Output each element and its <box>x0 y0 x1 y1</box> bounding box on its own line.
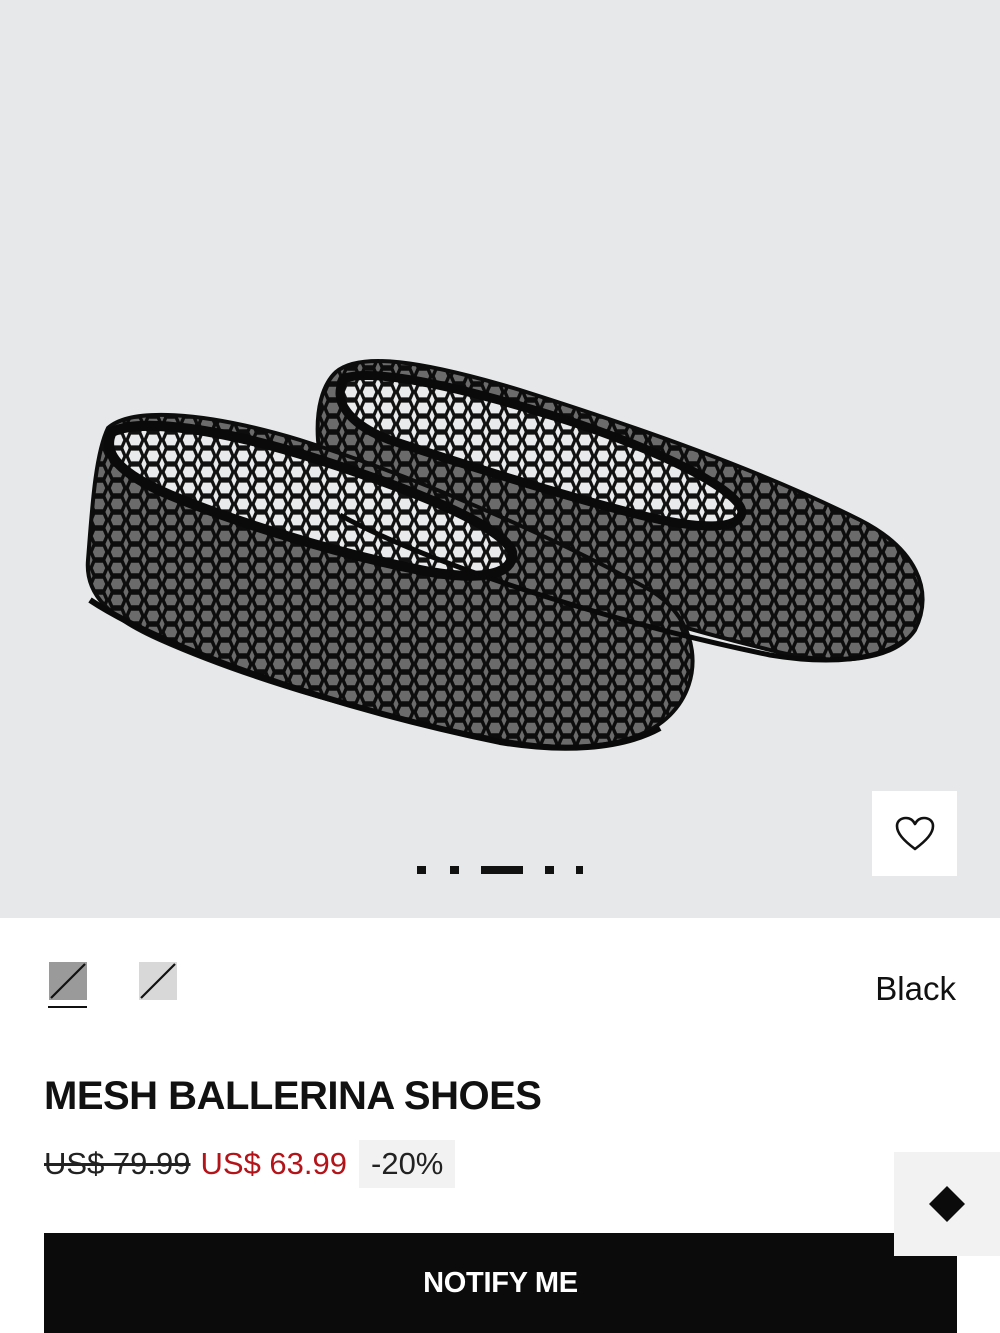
floating-action-button[interactable] <box>894 1152 1000 1256</box>
swatch-light-icon <box>139 962 177 1000</box>
add-to-wishlist-button[interactable] <box>872 791 957 876</box>
price-row: US$ 79.99 US$ 63.99 -20% <box>44 1140 456 1188</box>
product-title: MESH BALLERINA SHOES <box>44 1074 542 1118</box>
carousel-dot[interactable] <box>545 866 554 874</box>
selected-color-label: Black <box>875 970 956 1007</box>
shoe-image <box>85 359 925 751</box>
discount-badge: -20% <box>359 1140 456 1188</box>
product-image-gallery[interactable] <box>0 0 1000 918</box>
carousel-dot[interactable] <box>417 866 426 874</box>
carousel-dot[interactable] <box>450 866 459 874</box>
sale-price: US$ 63.99 <box>200 1146 348 1181</box>
diamond-icon <box>929 1186 965 1222</box>
swatch-black-icon <box>49 962 87 1000</box>
color-swatch-black[interactable] <box>49 962 87 1000</box>
carousel-indicators <box>0 866 1000 876</box>
carousel-dot[interactable] <box>576 866 583 874</box>
color-swatch-light[interactable] <box>139 962 177 1000</box>
notify-me-button[interactable]: NOTIFY ME <box>44 1233 957 1333</box>
heart-icon <box>895 816 934 850</box>
selected-swatch-indicator <box>48 1006 87 1008</box>
carousel-dot-active[interactable] <box>481 866 523 874</box>
original-price: US$ 79.99 <box>44 1146 191 1181</box>
